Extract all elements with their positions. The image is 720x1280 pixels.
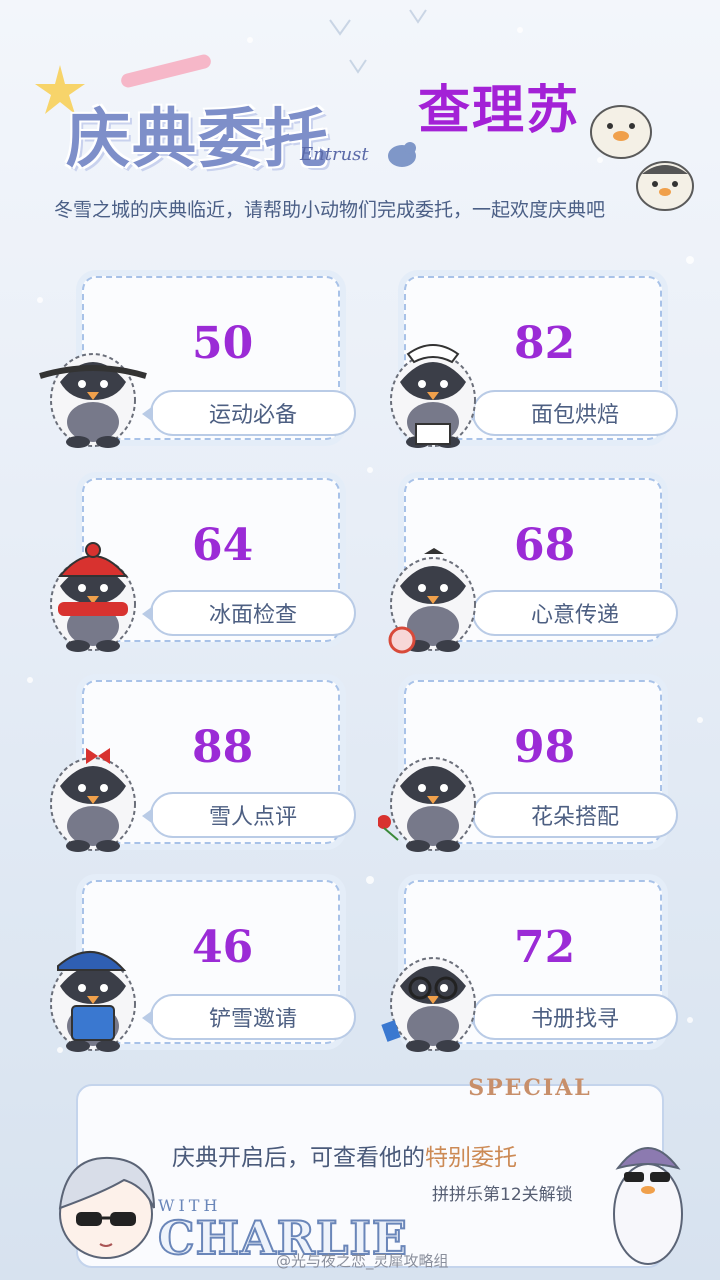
commission-label-pill[interactable]: 心意传递 <box>464 590 678 636</box>
commission-label-pill[interactable]: 花朵搭配 <box>464 792 678 838</box>
commission-number: 68 <box>514 520 576 571</box>
character-name: 查理苏 <box>418 80 581 141</box>
commission-label: 书册找寻 <box>530 1007 619 1032</box>
commission-number: 98 <box>514 722 576 773</box>
intro-text: 冬雪之城的庆典临近，请帮助小动物们完成委托，一起欢度庆典吧 <box>54 199 606 221</box>
penguin-glasses-icon <box>378 940 488 1056</box>
penguin-maid-icon <box>378 336 488 452</box>
commission-number: 82 <box>514 318 576 369</box>
special-text-before: 庆典开启后，可查看他的 <box>172 1145 425 1171</box>
commission-label: 面包烘焙 <box>530 403 619 428</box>
commission-label-pill[interactable]: 冰面检查 <box>142 590 356 636</box>
penguin-rose-icon <box>377 740 488 856</box>
ribbon-decoration <box>119 53 213 89</box>
commission-label: 雪人点评 <box>208 805 297 830</box>
charlie-avatar <box>58 1156 155 1259</box>
commission-label: 心意传递 <box>530 603 619 628</box>
special-tag: SPECIAL <box>430 1070 630 1106</box>
commission-label: 冰面检查 <box>208 603 297 628</box>
special-text-highlight: 特别委托 <box>425 1145 517 1171</box>
commission-number: 88 <box>192 722 254 773</box>
logo-title: 庆典委托 <box>66 102 330 177</box>
commission-label-pill[interactable]: 面包烘焙 <box>464 390 678 436</box>
commission-label-pill[interactable]: 雪人点评 <box>142 792 356 838</box>
penguin-headband-icon <box>38 336 148 452</box>
round-bird-small-icon <box>636 161 694 211</box>
penguin-red-hat-scarf-icon <box>38 540 148 656</box>
penguin-lollipop-icon <box>378 540 488 656</box>
commission-label-pill[interactable]: 铲雪邀请 <box>142 994 356 1040</box>
special-tag-label: SPECIAL <box>468 1075 592 1101</box>
header: 庆典委托 Entrust 查理苏 <box>0 0 720 211</box>
commission-number: 46 <box>192 922 254 973</box>
logo-subtitle: Entrust <box>300 144 369 165</box>
cool-penguin-icon <box>613 1147 683 1265</box>
commission-label: 花朵搭配 <box>530 805 619 830</box>
commission-label-pill[interactable]: 书册找寻 <box>464 994 678 1040</box>
penguin-red-bow-icon <box>38 740 148 856</box>
penguin-overalls-icon <box>38 940 148 1056</box>
special-text: 庆典开启后，可查看他的特别委托 <box>172 1138 517 1172</box>
special-unlock-text: 拼拼乐第12关解锁 <box>432 1185 573 1205</box>
commission-label-pill[interactable]: 运动必备 <box>142 390 356 436</box>
commission-label: 铲雪邀请 <box>208 1007 297 1032</box>
commission-number: 72 <box>514 922 576 973</box>
commission-label: 运动必备 <box>208 403 297 428</box>
commission-number: 50 <box>192 318 254 369</box>
commission-number: 64 <box>192 520 254 571</box>
watermark: @光与夜之恋_灵犀攻略组 <box>276 1252 449 1270</box>
